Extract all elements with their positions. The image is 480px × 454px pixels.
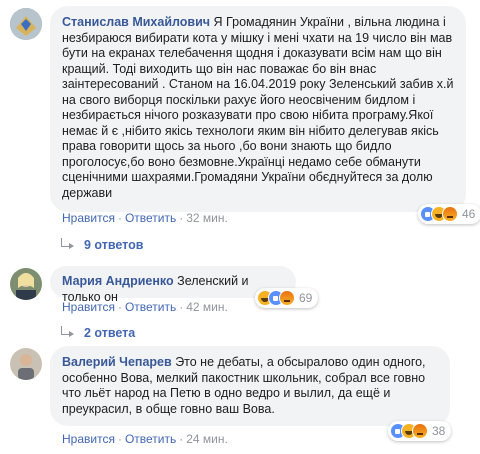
avatar[interactable] <box>10 348 42 380</box>
comment-time[interactable]: 42 мин. <box>186 300 228 314</box>
replies-label: 9 ответов <box>84 238 144 252</box>
angry-icon <box>442 206 458 222</box>
reply-button[interactable]: Ответить <box>125 211 176 225</box>
reply-arrow-icon <box>58 238 78 252</box>
view-replies-link[interactable]: 9 ответов <box>58 238 143 252</box>
comment-actions: Нравится · Ответить · 24 мин. <box>62 432 228 446</box>
avatar-image <box>10 348 42 380</box>
comment-author[interactable]: Валерий Чепарев <box>62 355 172 369</box>
avatar-image <box>10 8 42 40</box>
comment: Станислав Михайлович Я Громадянин Україн… <box>0 0 480 260</box>
avatar[interactable] <box>10 268 42 300</box>
reaction-count: 69 <box>299 291 313 305</box>
comment-author[interactable]: Станислав Михайлович <box>62 15 210 29</box>
reply-arrow-icon <box>58 326 78 340</box>
reaction-count: 38 <box>432 424 446 438</box>
comment-actions: Нравится · Ответить · 32 мин. <box>62 211 228 225</box>
comment: Мария Андриенко Зеленский и только он Нр… <box>0 260 480 340</box>
comment-bubble: Станислав Михайлович Я Громадянин Україн… <box>50 6 466 212</box>
angry-icon <box>279 290 295 306</box>
reactions-summary[interactable]: 46 <box>418 204 480 224</box>
replies-label: 2 ответа <box>84 326 136 340</box>
reaction-count: 46 <box>462 207 476 221</box>
reply-button[interactable]: Ответить <box>125 432 176 446</box>
like-button[interactable]: Нравится <box>62 300 115 314</box>
view-replies-link[interactable]: 2 ответа <box>58 326 135 340</box>
comment-bubble: Валерий Чепарев Это не дебаты, а обсырал… <box>50 346 450 426</box>
like-button[interactable]: Нравится <box>62 211 115 225</box>
reactions-summary[interactable]: 38 <box>388 421 452 441</box>
like-button[interactable]: Нравится <box>62 432 115 446</box>
reactions-summary[interactable]: 69 <box>255 288 319 308</box>
avatar-image <box>10 268 42 300</box>
avatar[interactable] <box>10 8 42 40</box>
comment-text: Я Громадянин України , вільна людина і н… <box>62 15 454 200</box>
comment-author[interactable]: Мария Андриенко <box>62 274 174 288</box>
angry-icon <box>412 423 428 439</box>
comment-time[interactable]: 32 мин. <box>186 211 228 225</box>
comment-actions: Нравится · Ответить · 42 мин. <box>62 300 228 314</box>
comment-time[interactable]: 24 мин. <box>186 432 228 446</box>
comment: Валерий Чепарев Это не дебаты, а обсырал… <box>0 342 480 454</box>
reply-button[interactable]: Ответить <box>125 300 176 314</box>
